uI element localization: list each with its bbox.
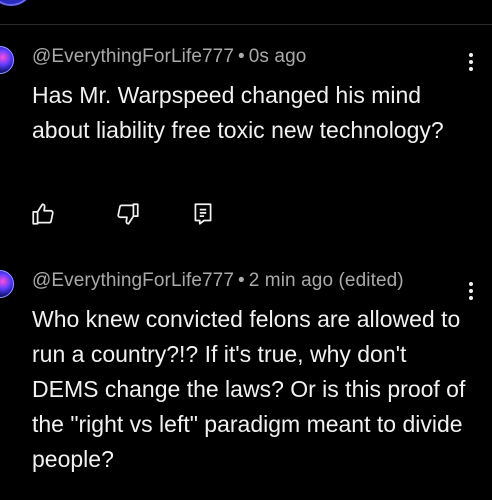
previous-avatar[interactable]: [0, 0, 34, 6]
avatar[interactable]: [0, 270, 14, 298]
comment-meta: @EverythingForLife777 • 0s ago: [32, 46, 306, 68]
meta-separator: •: [238, 270, 245, 291]
divider: [0, 24, 492, 25]
thumbs-up-icon[interactable]: [30, 201, 56, 227]
more-options-icon[interactable]: [460, 51, 482, 73]
author-name[interactable]: @EverythingForLife777: [32, 46, 234, 67]
comment-meta: @EverythingForLife777 • 2 min ago (edited): [32, 270, 404, 292]
avatar[interactable]: [0, 46, 14, 74]
comment-text: Who knew convicted felons are allowed to…: [32, 306, 466, 472]
reply-icon[interactable]: [190, 201, 216, 227]
more-options-icon[interactable]: [460, 280, 482, 302]
comment-time: 0s ago: [248, 46, 307, 67]
comment-time: 2 min ago (edited): [248, 270, 404, 291]
comment-text: Has Mr. Warpspeed changed his mind about…: [32, 82, 444, 143]
thumbs-down-icon[interactable]: [115, 201, 141, 227]
author-name[interactable]: @EverythingForLife777: [32, 270, 234, 291]
meta-separator: •: [238, 46, 245, 67]
